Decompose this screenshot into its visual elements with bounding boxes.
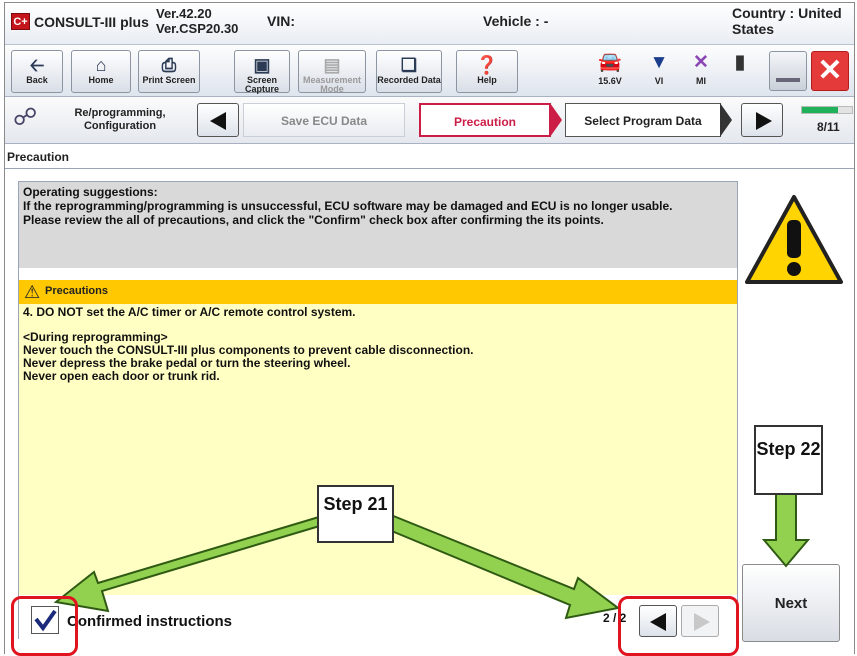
arrow-step21-left bbox=[53, 512, 335, 613]
arrow-step22 bbox=[761, 492, 811, 568]
page-buttons-highlight bbox=[618, 596, 739, 656]
arrow-step21-right bbox=[380, 511, 621, 620]
step-21-callout: Step 21 bbox=[317, 485, 394, 543]
checkbox-highlight bbox=[11, 596, 78, 656]
instruction-overlay bbox=[53, 492, 811, 620]
step-22-callout: Step 22 bbox=[754, 425, 823, 495]
